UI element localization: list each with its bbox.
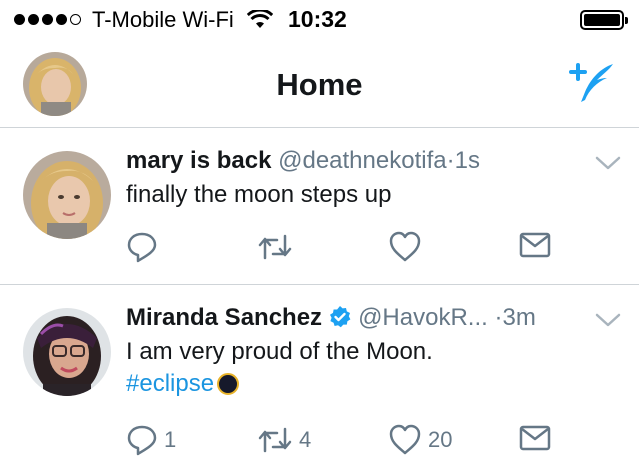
envelope-icon bbox=[519, 232, 551, 258]
tweet-header: mary is back @deathnekotifa·1s bbox=[126, 146, 480, 176]
tweet-body: finally the moon steps up bbox=[126, 181, 392, 208]
reply-count: 1 bbox=[164, 427, 177, 452]
navigation-bar: Home bbox=[0, 42, 639, 128]
heart-icon bbox=[389, 424, 421, 455]
like-count: 20 bbox=[428, 427, 453, 452]
avatar[interactable] bbox=[23, 308, 111, 396]
tweet-text: finally the moon steps up bbox=[126, 179, 392, 211]
chevron-down-icon[interactable] bbox=[595, 155, 621, 171]
tweet-item[interactable]: mary is back @deathnekotifa·1s finally t… bbox=[0, 129, 639, 285]
chevron-down-icon[interactable] bbox=[595, 312, 621, 328]
reply-button[interactable] bbox=[126, 231, 164, 263]
tweet-timestamp[interactable]: 1s bbox=[455, 147, 480, 174]
battery-icon bbox=[580, 10, 628, 30]
page-title: Home bbox=[276, 67, 363, 102]
heart-icon bbox=[389, 231, 421, 262]
retweet-icon bbox=[258, 427, 292, 453]
retweet-count: 4 bbox=[299, 427, 312, 452]
eclipse-emoji-icon bbox=[217, 373, 240, 395]
retweet-button[interactable] bbox=[257, 231, 299, 263]
verified-badge-icon bbox=[330, 306, 351, 328]
retweet-button[interactable]: 4 bbox=[257, 424, 311, 456]
like-button[interactable] bbox=[388, 231, 428, 263]
author-handle[interactable]: @HavokR... bbox=[358, 304, 488, 331]
author-name[interactable]: mary is back bbox=[126, 147, 271, 174]
tweet-actions bbox=[126, 231, 626, 267]
direct-message-button[interactable] bbox=[519, 424, 551, 452]
author-name[interactable]: Miranda Sanchez bbox=[126, 304, 322, 331]
retweet-icon bbox=[258, 234, 292, 260]
like-button[interactable]: 20 bbox=[388, 424, 452, 456]
separator-dot: · bbox=[446, 147, 455, 174]
tweet-header: Miranda Sanchez @HavokR... ·3m bbox=[126, 303, 536, 333]
carrier-label: T-Mobile Wi-Fi bbox=[92, 7, 234, 32]
author-handle[interactable]: @deathnekotifa bbox=[278, 147, 446, 174]
tweet-body: I am very proud of the Moon. bbox=[126, 338, 433, 365]
reply-icon bbox=[127, 425, 157, 456]
tweet-actions: 1 4 20 bbox=[126, 424, 626, 460]
avatar[interactable] bbox=[23, 151, 111, 239]
status-bar: T-Mobile Wi-Fi 10:32 bbox=[0, 0, 639, 42]
hashtag-link[interactable]: #eclipse bbox=[126, 370, 214, 397]
envelope-icon bbox=[519, 425, 551, 451]
signal-strength-icon bbox=[14, 14, 81, 25]
direct-message-button[interactable] bbox=[519, 231, 551, 259]
compose-tweet-icon[interactable] bbox=[567, 60, 619, 106]
status-time: 10:32 bbox=[288, 6, 347, 32]
tweet-item[interactable]: Miranda Sanchez @HavokR... ·3m I am very… bbox=[0, 286, 639, 469]
tweet-text: I am very proud of the Moon. #eclipse bbox=[126, 336, 433, 400]
reply-button[interactable]: 1 bbox=[126, 424, 176, 456]
reply-icon bbox=[127, 232, 157, 263]
wifi-icon bbox=[247, 10, 273, 28]
tweet-timestamp[interactable]: 3m bbox=[502, 304, 535, 331]
